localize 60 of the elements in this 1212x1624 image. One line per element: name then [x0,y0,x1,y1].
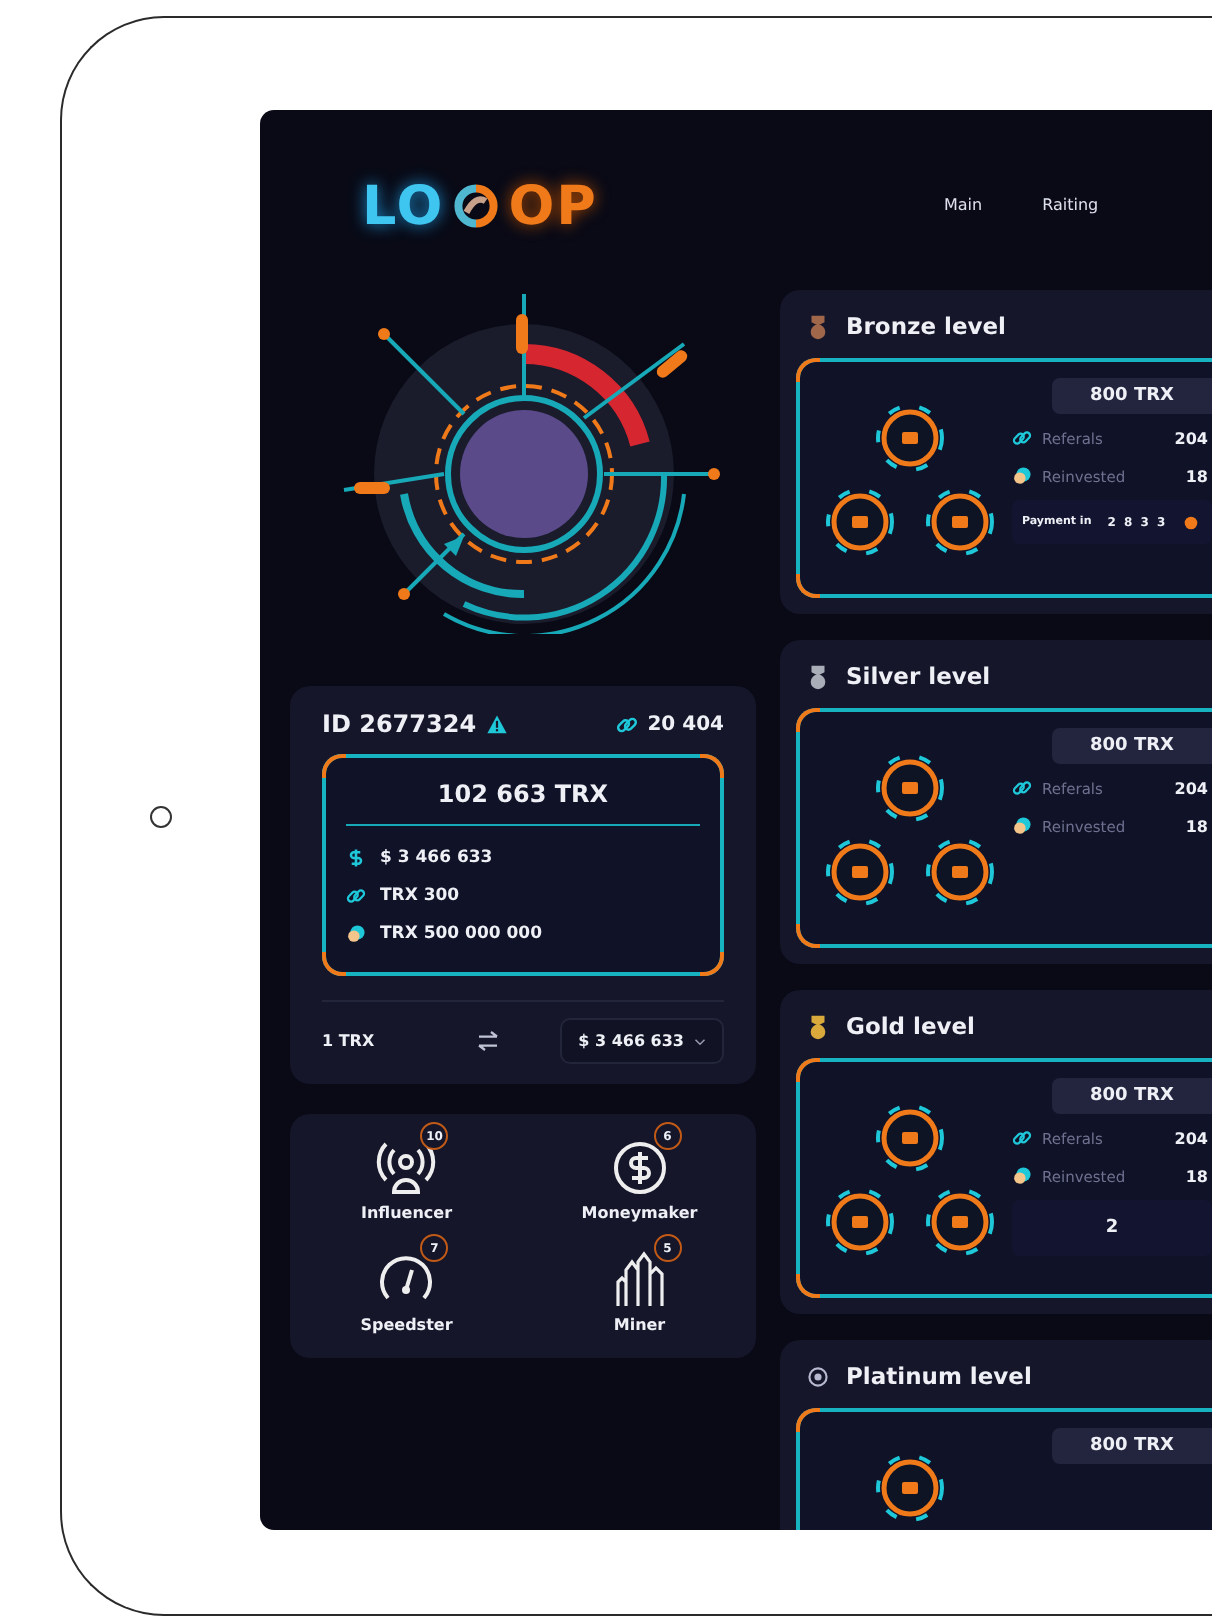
corner-accent [796,358,820,382]
corner-accent [796,1058,820,1082]
counter-value: 2 [1105,1218,1119,1238]
referals-count: 204 [1174,779,1210,797]
coins-icon [1012,816,1032,836]
referral-count: 20 404 [647,713,724,735]
link-icon [1012,778,1032,798]
avatar-placeholder [459,410,587,538]
link-icon [1012,428,1032,448]
corner-accent [796,574,820,598]
reinvested-count: 18 [1185,467,1210,485]
coins-icon [1012,466,1032,486]
referals-count: 204 [1174,1129,1210,1147]
corner-accent [796,708,820,732]
swap-icon[interactable] [476,1030,501,1052]
stat-value: $ 3 466 633 [380,847,493,867]
corner-accent [322,754,346,778]
achievement-label: Moneymaker [581,1204,698,1222]
nav-link[interactable]: Main [944,196,983,214]
stat-value: TRX 300 [380,885,460,905]
level-title: Silver level [846,662,991,690]
dollar-coin-icon [609,1138,670,1198]
nav-link[interactable]: Raiting [1042,196,1099,214]
corner-accent [796,1274,820,1298]
level-title: Platinum level [846,1362,1032,1390]
stat-value: TRX 500 000 000 [380,923,543,943]
logo-text: OP [508,175,598,237]
price-tag: 800 TRX [1052,728,1212,764]
logo-text: LO [362,175,445,237]
currency-dropdown[interactable]: $ 3 466 633 [560,1018,724,1064]
level-title: Bronze level [846,312,1007,340]
corner-accent [700,952,724,976]
coins-icon [346,923,366,943]
corner-accent [796,924,820,948]
broadcast-icon [376,1138,437,1198]
chevron-down-icon [694,1037,706,1045]
level-title: Gold level [846,1012,975,1040]
coins-icon [1012,1166,1032,1186]
user-id: ID 2677324 [322,710,477,738]
achievement-label: Miner [613,1316,666,1334]
corner-accent [322,952,346,976]
referals-count: 204 [1174,429,1210,447]
achievement-label: Influencer [360,1204,453,1222]
corner-accent [796,1408,820,1432]
home-button[interactable] [150,805,172,827]
dollar-icon [346,847,366,867]
coin-icon [1183,515,1198,529]
link-icon [615,713,638,735]
price-tag: 800 TRX [1052,378,1212,414]
price-tag: 800 TRX [1052,1428,1212,1464]
warning-icon [486,713,509,735]
reinvested-count: 18 [1185,817,1210,835]
balance-amount: 102 663 TRX [435,778,611,812]
reinvested-count: 18 [1185,1167,1210,1185]
corner-accent [700,754,724,778]
currency-from: 1 TRX [322,1032,377,1050]
price-tag: 800 TRX [1052,1078,1212,1114]
link-icon [346,885,366,905]
link-icon [1012,1128,1032,1148]
achievement-label: Speedster [360,1316,453,1334]
